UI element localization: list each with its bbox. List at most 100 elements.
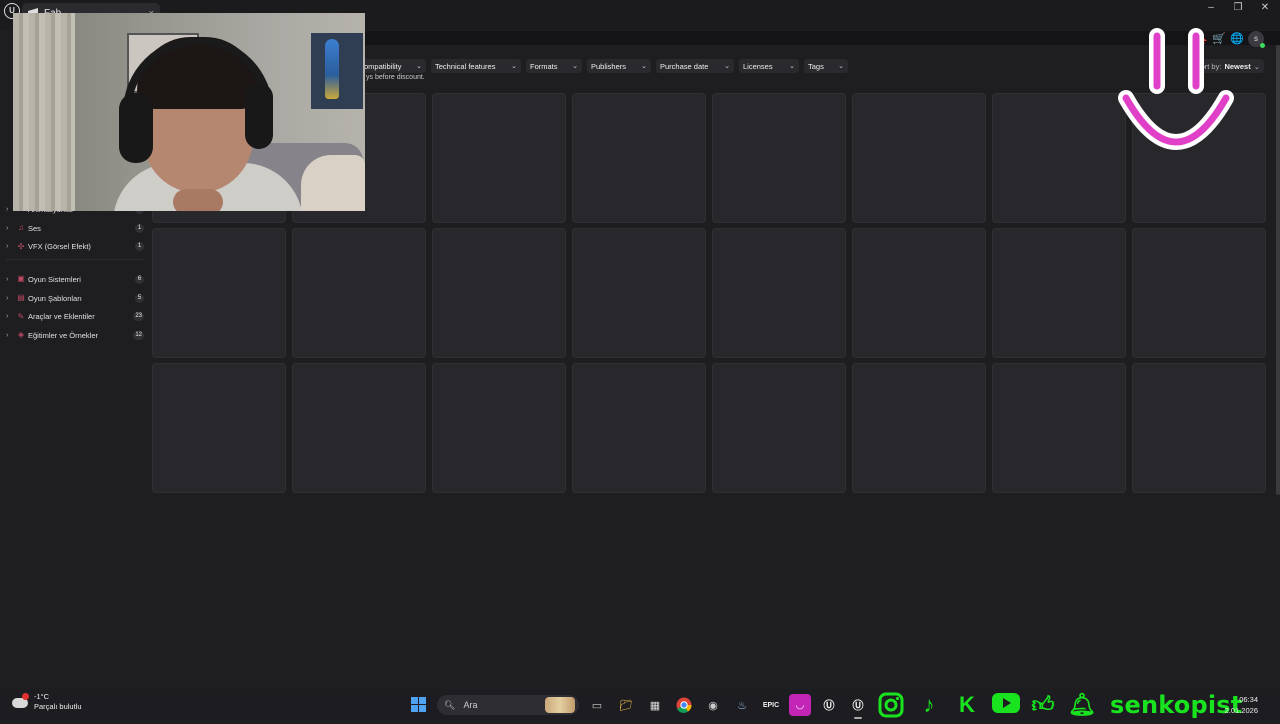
filter-label: Formats	[530, 61, 558, 71]
chevron-down-icon: ⌄	[789, 63, 795, 70]
asset-card-placeholder[interactable]	[1132, 363, 1266, 493]
tiktok-icon: ♪	[923, 692, 935, 717]
task-view-icon[interactable]: ▭	[586, 694, 608, 716]
sidebar-item-oyun-sablonlari[interactable]: › ▤ Oyun Şablonları 5	[6, 289, 144, 308]
filter-purchase-date[interactable]: Purchase date ⌄	[656, 59, 734, 73]
chevron-down-icon: ⌄	[572, 63, 578, 70]
asset-card-placeholder[interactable]	[852, 363, 986, 493]
sidebar-item-ses[interactable]: › ♫ Ses 1	[6, 219, 144, 238]
tutorial-icon: ◈	[17, 330, 25, 340]
pink-app-icon[interactable]: ◡	[789, 694, 811, 716]
taskbar-search[interactable]: 🔍︎ Ara	[437, 695, 579, 715]
brand-name: senkopist	[1110, 691, 1243, 719]
avatar[interactable]: s	[1248, 31, 1265, 48]
asset-card-placeholder[interactable]	[992, 93, 1126, 223]
minimize-button[interactable]: –	[1196, 0, 1226, 16]
filter-formats[interactable]: Formats ⌄	[526, 59, 582, 73]
scrollbar[interactable]	[1276, 45, 1280, 495]
filter-licenses[interactable]: Licenses ⌄	[739, 59, 799, 73]
sidebar-divider	[6, 259, 144, 270]
smiley-overlay-icon	[1118, 28, 1234, 150]
steam-icon[interactable]: ♨	[731, 694, 753, 716]
chevron-right-icon: ›	[6, 275, 9, 283]
sidebar-item-egitimler[interactable]: › ◈ Eğitimler ve Örnekler 12	[6, 326, 144, 345]
asset-card-placeholder[interactable]	[432, 93, 566, 223]
chevron-down-icon: ⌄	[838, 63, 844, 70]
restore-button[interactable]: ❐	[1223, 0, 1253, 16]
asset-card-placeholder[interactable]	[852, 93, 986, 223]
count-badge: 23	[133, 312, 144, 322]
webcam-curtain	[13, 13, 75, 211]
count-badge: 12	[133, 330, 144, 340]
close-window-button[interactable]: ✕	[1250, 0, 1280, 16]
count-badge: 1	[135, 223, 144, 233]
sidebar-item-label: Oyun Şablonları	[28, 293, 82, 303]
webcam-hand	[173, 189, 223, 211]
filter-label: Licenses	[743, 61, 773, 71]
windows-taskbar: -1°C Parçalı bulutlu 🔍︎ Ara ▭ 📁︎ ▦ ◉ ♨ E…	[0, 690, 1280, 720]
filter-label: Publishers	[591, 61, 627, 71]
chevron-right-icon: ›	[6, 313, 9, 321]
webcam-overlay	[13, 13, 365, 211]
social-overlay: ♪ K 👍︎ 🔔︎ senkopist	[878, 690, 1242, 720]
chrome-icon[interactable]	[673, 694, 695, 716]
thumbs-up-icon: 👍︎	[1031, 692, 1055, 717]
asset-card-placeholder[interactable]	[152, 228, 286, 358]
filter-bar: ompatibility ⌄ Technical features ⌄ Format…	[360, 59, 848, 73]
filter-tags[interactable]: Tags ⌄	[804, 59, 848, 73]
bell-icon: 🔔︎	[1068, 692, 1096, 717]
filter-technical-features[interactable]: Technical features ⌄	[431, 59, 521, 73]
clock-date: 2.01.2026	[1224, 706, 1258, 715]
headphone-left	[119, 93, 153, 163]
gamepad-icon: ▣	[17, 274, 25, 284]
asset-card-placeholder[interactable]	[712, 228, 846, 358]
filter-compatibility[interactable]: ompatibility ⌄	[360, 59, 426, 73]
sidebar-item-oyun-sistemleri[interactable]: › ▣ Oyun Sistemleri 6	[6, 270, 144, 289]
filter-label: ompatibility	[364, 61, 402, 71]
youtube-icon	[992, 692, 1020, 718]
chevron-down-icon: ⌄	[1253, 61, 1260, 71]
asset-card-placeholder[interactable]	[712, 363, 846, 493]
count-badge: 1	[135, 242, 144, 252]
store-icon[interactable]: ▦	[644, 694, 666, 716]
count-badge: 5	[135, 293, 144, 303]
epic-games-icon[interactable]: EPIC	[760, 694, 782, 716]
chevron-down-icon: ⌄	[724, 63, 730, 70]
chevron-down-icon: ⌄	[416, 63, 422, 70]
sidebar-item-araclar[interactable]: › ✎ Araçlar ve Eklentiler 23	[6, 307, 144, 326]
asset-card-placeholder[interactable]	[432, 228, 566, 358]
asset-card-placeholder[interactable]	[292, 363, 426, 493]
filter-label: Purchase date	[660, 61, 709, 71]
filter-publishers[interactable]: Publishers ⌄	[587, 59, 651, 73]
system-clock[interactable]: 06:34 2.01.2026	[1225, 694, 1258, 716]
asset-card-placeholder[interactable]	[712, 93, 846, 223]
asset-card-placeholder[interactable]	[572, 363, 706, 493]
sidebar-item-label: Araçlar ve Eklentiler	[28, 312, 95, 322]
asset-card-placeholder[interactable]	[992, 228, 1126, 358]
discount-notice: ys before discount.	[366, 74, 425, 81]
category-sidebar: ›⟋Animasyonlar6 ›♫Ses1 ›✣VFX (Görsel Efe…	[6, 200, 144, 345]
windows-start-icon[interactable]	[408, 694, 430, 716]
asset-card-placeholder[interactable]	[852, 228, 986, 358]
asset-card-placeholder[interactable]	[572, 93, 706, 223]
chevron-right-icon: ›	[6, 294, 9, 302]
asset-card-placeholder[interactable]	[152, 363, 286, 493]
sidebar-item-label: Ses	[28, 223, 41, 233]
sidebar-item-vfx[interactable]: › ✣ VFX (Görsel Efekt) 1	[6, 237, 144, 256]
asset-card-placeholder[interactable]	[1132, 228, 1266, 358]
unreal-engine-icon[interactable]: Ⓤ	[818, 694, 840, 716]
unreal-engine-active-icon[interactable]: Ⓤ	[847, 694, 869, 719]
weather-widget[interactable]: -1°C Parçalı bulutlu	[10, 692, 82, 712]
taskbar-apps: 🔍︎ Ara ▭ 📁︎ ▦ ◉ ♨ EPIC ◡ Ⓤ Ⓤ	[408, 694, 869, 719]
chevron-right-icon: ›	[6, 331, 9, 339]
asset-card-placeholder[interactable]	[432, 363, 566, 493]
asset-card-placeholder[interactable]	[992, 363, 1126, 493]
asset-card-placeholder[interactable]	[292, 228, 426, 358]
sidebar-item-label: VFX (Görsel Efekt)	[28, 242, 91, 252]
kick-icon: K	[959, 692, 975, 717]
obs-icon[interactable]: ◉	[702, 694, 724, 716]
weather-cloud-icon	[10, 692, 30, 712]
weather-desc: Parçalı bulutlu	[34, 702, 82, 711]
asset-card-placeholder[interactable]	[572, 228, 706, 358]
file-explorer-icon[interactable]: 📁︎	[615, 694, 637, 716]
